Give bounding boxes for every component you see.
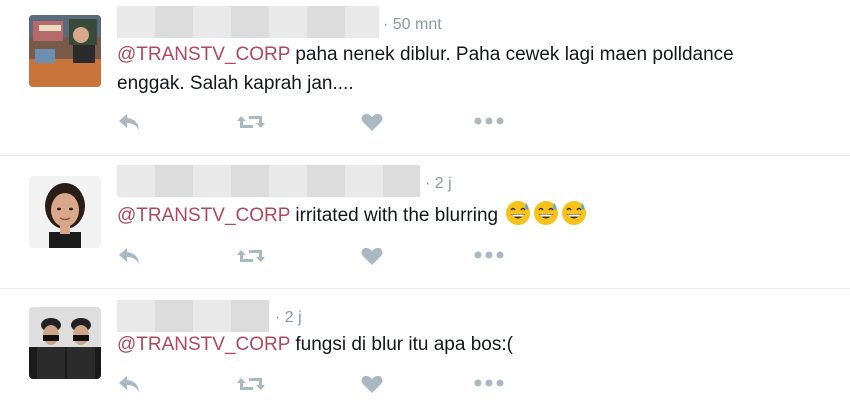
redacted-user-name[interactable] <box>117 300 269 332</box>
avatar-image <box>29 176 101 248</box>
tweet-timestamp[interactable]: · 2 j <box>275 309 302 327</box>
tweet-text: @TRANSTV_CORP irritated with the blurrin… <box>117 200 587 235</box>
like-icon[interactable] <box>360 374 384 394</box>
tweet-actions <box>117 112 517 134</box>
avatar[interactable] <box>29 15 101 87</box>
tweet-text-line2: enggak. Salah kaprah jan.... <box>117 73 354 94</box>
tweet-2[interactable]: · 2 j @TRANSTV_CORP irritated with the b… <box>0 156 850 289</box>
avatar-image <box>29 15 101 87</box>
more-icon[interactable] <box>473 250 505 260</box>
tweet-3[interactable]: · 2 j @TRANSTV_CORP fungsi di blur itu a… <box>0 289 850 412</box>
avatar-image <box>29 307 101 379</box>
reply-icon[interactable] <box>117 246 143 266</box>
mention-link[interactable]: @TRANSTV_CORP <box>117 205 290 226</box>
avatar[interactable] <box>29 307 101 379</box>
tweet-timestamp[interactable]: · 2 j <box>425 175 452 193</box>
tweet-text-body: fungsi di blur itu apa bos:( <box>290 334 513 355</box>
tweet-text: @TRANSTV_CORP fungsi di blur itu apa bos… <box>117 330 513 359</box>
sweat-smile-emoji <box>505 200 531 235</box>
sweat-smile-emoji <box>533 200 559 235</box>
retweet-icon[interactable] <box>235 112 267 132</box>
tweet-actions <box>117 374 517 396</box>
tweet-timestamp[interactable]: · 50 mnt <box>383 16 442 34</box>
mention-link[interactable]: @TRANSTV_CORP <box>117 44 290 65</box>
like-icon[interactable] <box>360 246 384 266</box>
tweet-1[interactable]: · 50 mnt @TRANSTV_CORP paha nenek diblur… <box>0 0 850 156</box>
more-icon[interactable] <box>473 116 505 126</box>
tweet-text: @TRANSTV_CORP paha nenek diblur. Paha ce… <box>117 40 734 98</box>
avatar[interactable] <box>29 176 101 248</box>
reply-icon[interactable] <box>117 374 143 394</box>
mention-link[interactable]: @TRANSTV_CORP <box>117 334 290 355</box>
tweet-actions <box>117 246 517 268</box>
more-icon[interactable] <box>473 378 505 388</box>
redacted-user-name[interactable] <box>117 165 420 197</box>
tweet-text-line1: paha nenek diblur. Paha cewek lagi maen … <box>290 44 734 65</box>
retweet-icon[interactable] <box>235 374 267 394</box>
retweet-icon[interactable] <box>235 246 267 266</box>
tweet-text-body: irritated with the blurring <box>290 205 504 226</box>
reply-icon[interactable] <box>117 112 143 132</box>
sweat-smile-emoji <box>561 200 587 235</box>
like-icon[interactable] <box>360 112 384 132</box>
redacted-user-name[interactable] <box>117 6 379 38</box>
